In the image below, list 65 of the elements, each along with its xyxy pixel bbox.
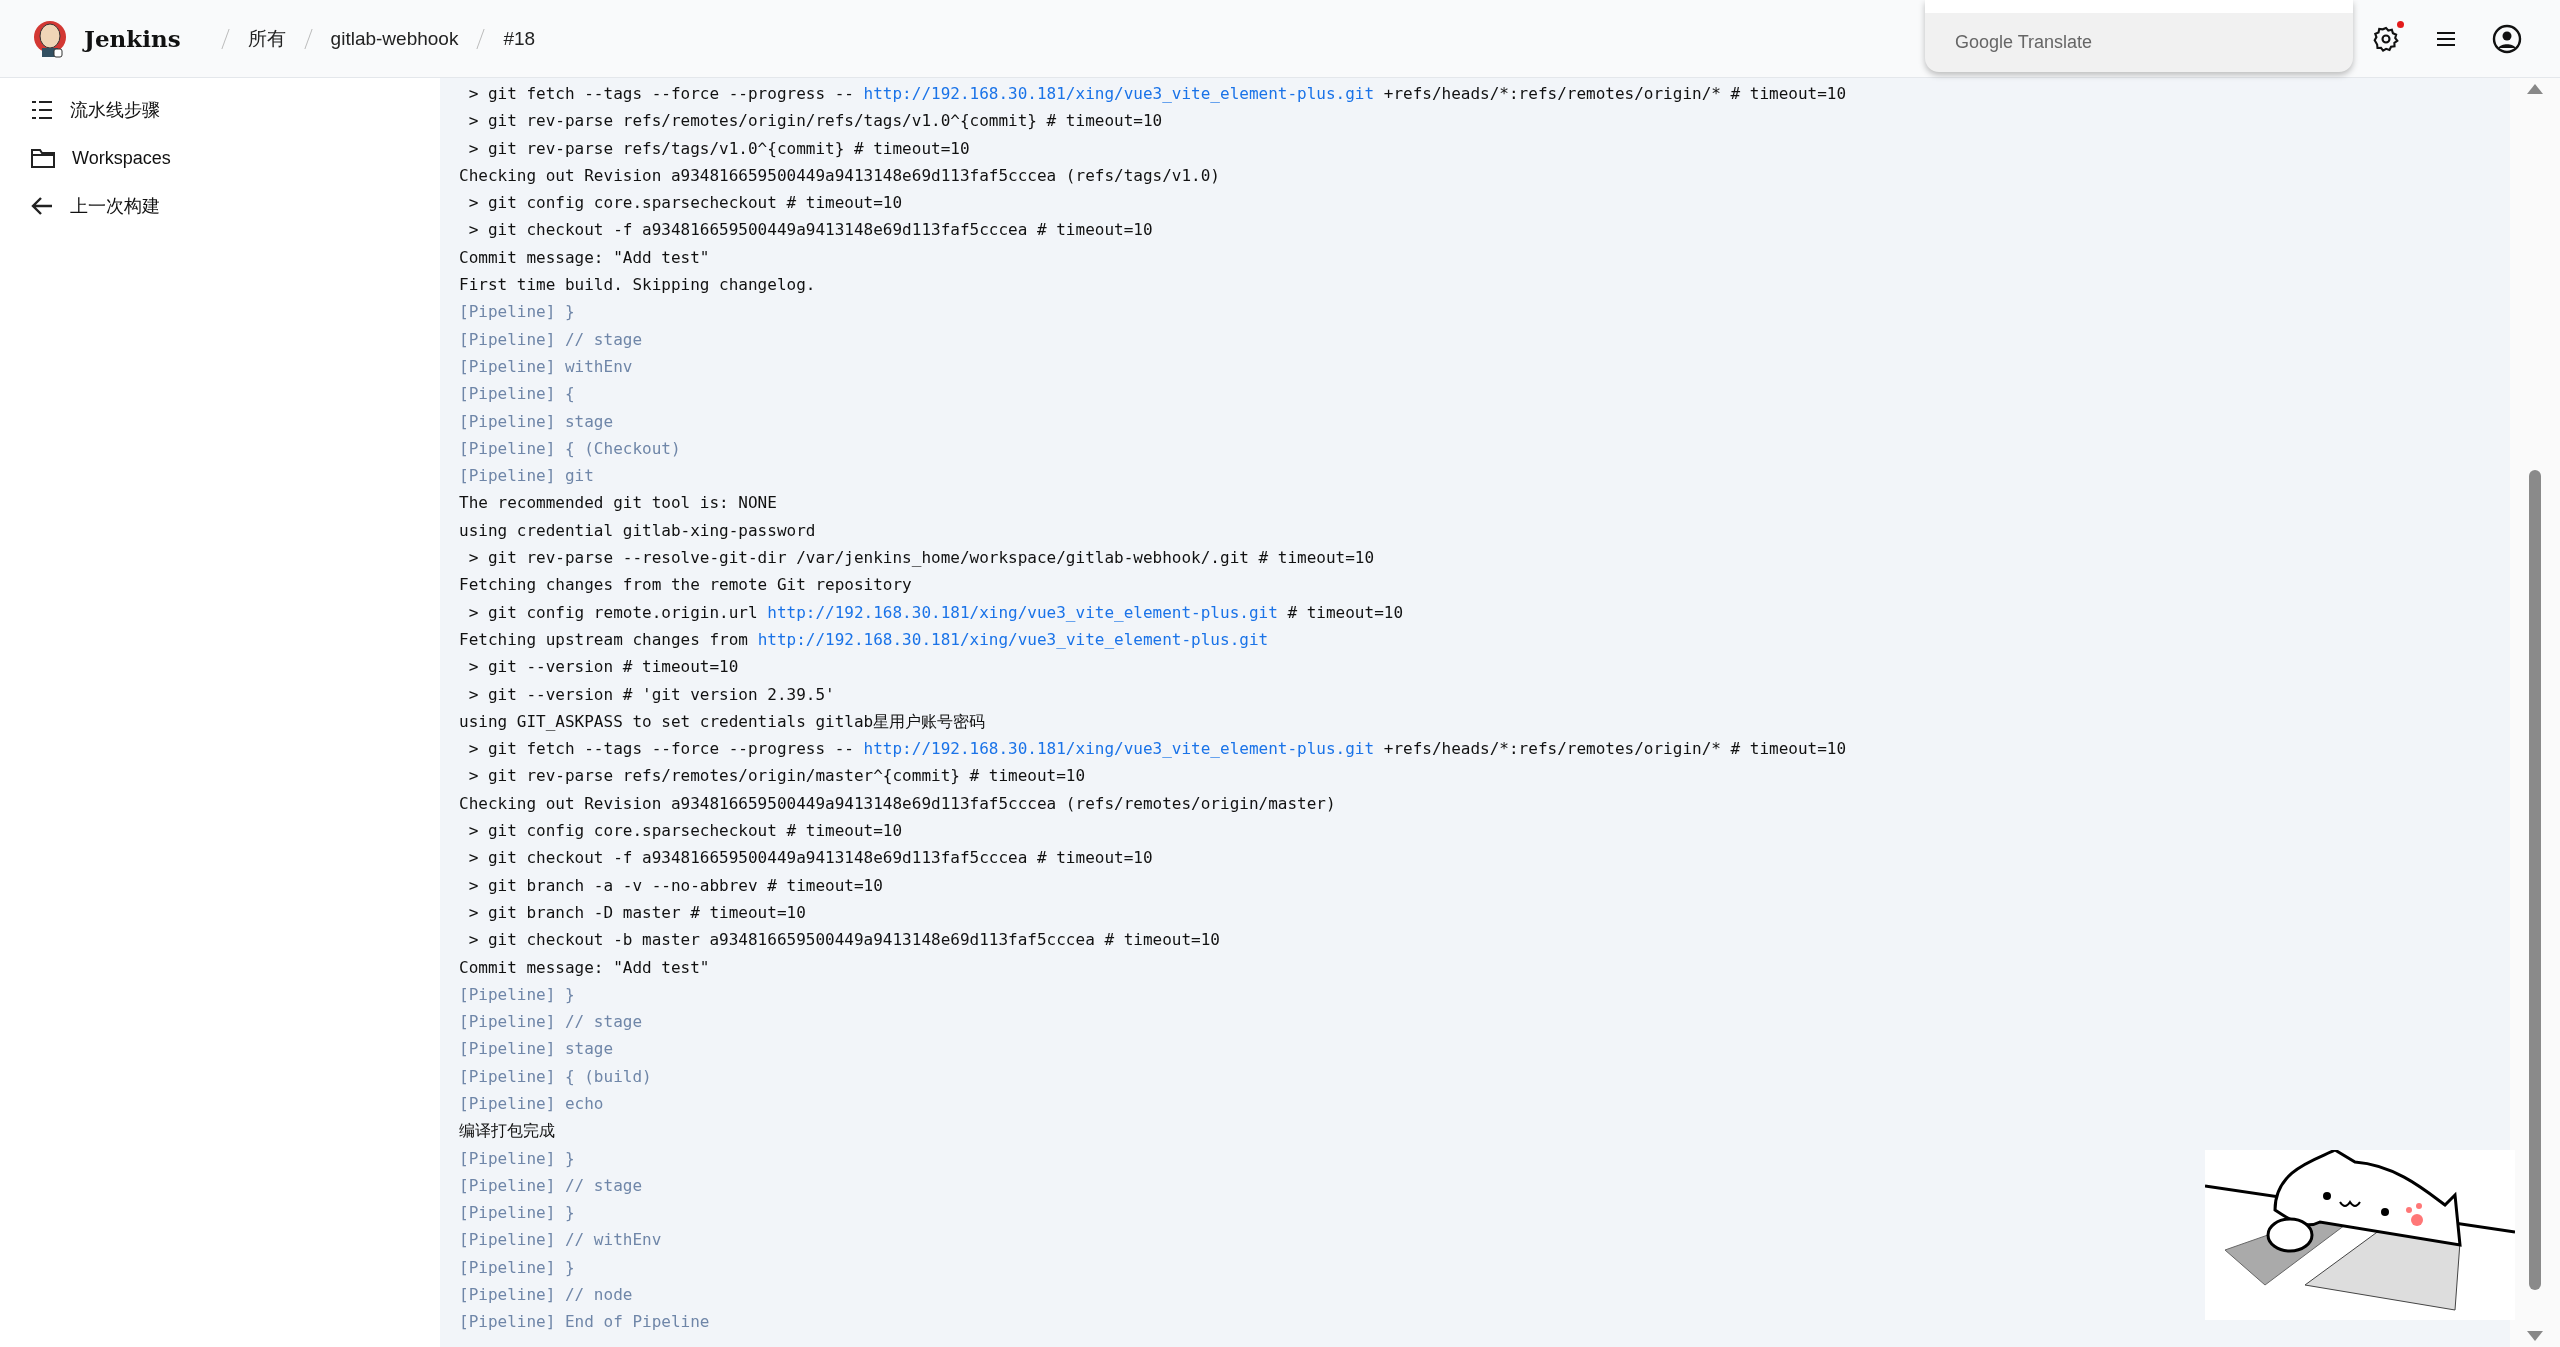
log-line: Fetching upstream changes from http://192.168.30.181/xing/vue3_vite_element-plus.git <box>459 628 1269 651</box>
butler-logo-icon[interactable] <box>32 18 68 59</box>
log-line: Checking out Revision a934816659500449a9413148e69d113faf5cccea (refs/remotes/origin/master) <box>459 792 1336 815</box>
log-line: [Pipeline] // stage <box>459 328 643 351</box>
log-line: [Pipeline] } <box>459 1147 575 1170</box>
log-line: > git config remote.origin.url http://192.168.30.181/xing/vue3_vite_element-plus.git # timeout=10 <box>467 601 1404 624</box>
log-line: [Pipeline] } <box>459 301 575 324</box>
log-link[interactable]: http://192.168.30.181/xing/vue3_vite_element-plus.git <box>863 739 1375 759</box>
log-line: > git fetch --tags --force --progress -- http://192.168.30.181/xing/vue3_vite_element-plus.git +refs/heads/*:refs/remotes/origin/* # timeout=10 <box>467 738 1847 761</box>
log-line: [Pipeline] { (Checkout) <box>459 437 681 460</box>
log-line: [Pipeline] End of Pipeline <box>459 1311 710 1334</box>
log-link[interactable]: http://192.168.30.181/xing/vue3_vite_element-plus.git <box>767 602 1278 622</box>
log-line: [Pipeline] } <box>459 1256 575 1279</box>
log-line: [Pipeline] // stage <box>459 1174 643 1197</box>
log-line: > git rev-parse refs/remotes/origin/refs/tags/v1.0^{commit} # timeout=10 <box>467 110 1163 133</box>
log-line: > git rev-parse refs/remotes/origin/master^{commit} # timeout=10 <box>467 765 1086 788</box>
log-line: Fetching changes from the remote Git repository <box>459 574 912 597</box>
settings-icon <box>2372 24 2400 53</box>
breadcrumb-link[interactable]: #18 <box>503 27 536 50</box>
log-line: > git checkout -f a934816659500449a9413148e69d113faf5cccea # timeout=10 <box>467 847 1153 870</box>
list-icon <box>30 99 54 121</box>
log-line: > git checkout -f a934816659500449a9413148e69d113faf5cccea # timeout=10 <box>467 219 1153 242</box>
log-line: [Pipeline] echo <box>459 1093 604 1115</box>
log-link[interactable]: http://192.168.30.181/xing/vue3_vite_element-plus.git <box>863 84 1375 103</box>
log-line: > git rev-parse refs/tags/v1.0^{commit} # timeout=10 <box>467 137 970 160</box>
log-line: [Pipeline] } <box>459 983 575 1006</box>
app-title-link[interactable]: Jenkins <box>84 25 181 52</box>
log-line: > git checkout -b master a934816659500449a9413148e69d113faf5cccea # timeout=10 <box>467 929 1220 952</box>
folder-icon <box>30 147 56 169</box>
log-line: [Pipeline] stage <box>459 410 614 433</box>
log-line: using GIT_ASKPASS to set credentials gitlab星用户账号密码 <box>459 710 986 733</box>
log-line: First time build. Skipping changelog. <box>459 274 816 297</box>
log-line: The recommended git tool is: NONE <box>459 492 777 515</box>
sidebar-item[interactable]: 流水线步骤 <box>30 88 168 132</box>
log-line: > git fetch --tags --force --progress -- http://192.168.30.181/xing/vue3_vite_element-plus.git +refs/heads/*:refs/remotes/origin/* # timeout=10 <box>467 83 1847 105</box>
log-line: using credential gitlab-xing-password <box>459 519 816 542</box>
log-line: > git branch -D master # timeout=10 <box>467 901 806 924</box>
log-line: 编译打包完成 <box>459 1120 555 1143</box>
user-icon <box>2492 23 2522 54</box>
log-line: [Pipeline] // stage <box>459 1011 643 1034</box>
log-line: > git rev-parse --resolve-git-dir /var/jenkins_home/workspace/gitlab-webhook/.git # timeout=10 <box>467 547 1375 570</box>
log-line: Checking out Revision a934816659500449a9413148e69d113faf5cccea (refs/tags/v1.0) <box>459 164 1220 187</box>
sidebar-item[interactable]: Workspaces <box>30 136 179 180</box>
sidebar-item[interactable]: 上一次构建 <box>30 184 168 228</box>
log-line: > git config core.sparsecheckout # timeout=10 <box>467 820 903 842</box>
log-link[interactable]: http://192.168.30.181/xing/vue3_vite_element-plus.git <box>757 629 1269 649</box>
log-line: > git config core.sparsecheckout # timeout=10 <box>467 192 903 215</box>
log-line: > git --version # 'git version 2.39.5' <box>467 683 835 706</box>
log-line: [Pipeline] } <box>459 1202 575 1225</box>
log-line: Commit message: "Add test" <box>459 956 710 979</box>
log-line: [Pipeline] // withEnv <box>459 1229 662 1252</box>
translate-label: Google Translate <box>1955 32 2093 53</box>
scrollbar[interactable] <box>2510 78 2560 1347</box>
log-line: > git branch -a -v --no-abbrev # timeout=10 <box>467 874 883 897</box>
log-line: [Pipeline] git <box>459 465 594 488</box>
arrow-left-icon <box>30 195 54 217</box>
breadcrumb-link[interactable]: 所有 <box>247 25 286 52</box>
log-line: Commit message: "Add test" <box>459 246 710 269</box>
log-line: [Pipeline] { (build) <box>459 1065 652 1088</box>
breadcrumb-link[interactable]: gitlab-webhook <box>330 27 459 50</box>
log-line: [Pipeline] stage <box>459 1038 614 1061</box>
log-line: [Pipeline] // node <box>459 1284 633 1307</box>
log-line: > git --version # timeout=10 <box>467 656 739 679</box>
log-line: [Pipeline] withEnv <box>459 355 633 378</box>
log-line: [Pipeline] { <box>459 383 575 406</box>
